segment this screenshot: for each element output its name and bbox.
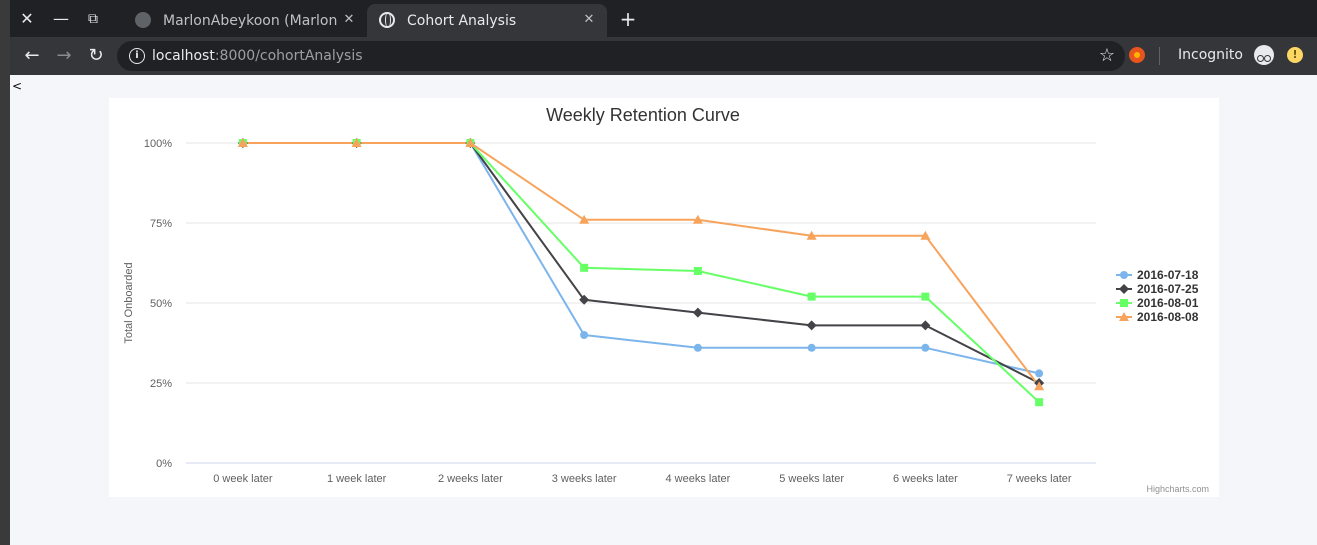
incognito-icon[interactable]	[1254, 45, 1274, 65]
series-line-2016-08-01	[242, 142, 1040, 403]
y-tick-label: 25%	[150, 378, 172, 390]
data-point	[693, 343, 702, 352]
url-path: :8000/cohortAnalysis	[214, 48, 363, 64]
x-tick-label: 2 weeks later	[438, 473, 503, 485]
data-point	[921, 343, 930, 352]
window-minimize-button[interactable]: —	[50, 8, 72, 30]
tab-title: MarlonAbeykoon (Marlon	[163, 13, 338, 29]
data-point	[1119, 284, 1129, 294]
tab-close-icon[interactable]: ✕	[339, 10, 359, 30]
x-tick-label: 1 week later	[327, 473, 387, 485]
x-tick-label: 5 weeks later	[779, 473, 844, 485]
retention-chart: Weekly Retention Curve 0% 25% 50% 75% 100% Tot…	[109, 98, 1219, 497]
legend-item-label: 2016-08-01	[1137, 296, 1199, 310]
url-host: localhost	[152, 48, 215, 64]
data-point	[1120, 299, 1128, 307]
data-point	[693, 267, 702, 275]
x-tick-label: 0 week later	[213, 473, 273, 485]
x-tick-label: 7 weeks later	[1007, 473, 1072, 485]
legend-item-label: 2016-08-08	[1137, 310, 1199, 324]
series-line-2016-08-08	[242, 142, 1040, 387]
reload-button[interactable]: ↻	[84, 44, 108, 68]
chart-credits: Highcharts.com	[1146, 484, 1209, 494]
stray-text: <	[12, 79, 23, 93]
bookmark-star-icon[interactable]: ☆	[1099, 45, 1115, 67]
info-icon[interactable]: i	[129, 48, 145, 64]
toolbar-divider	[1159, 47, 1160, 65]
back-button[interactable]: ←	[20, 44, 44, 68]
data-point	[1120, 271, 1128, 279]
chart-svg: Weekly Retention Curve 0% 25% 50% 75% 100% Tot…	[123, 105, 1209, 494]
new-tab-button[interactable]: +	[616, 8, 640, 32]
y-tick-label: 50%	[150, 298, 172, 310]
window-edge	[0, 0, 10, 545]
series-line-2016-07-18	[242, 142, 1040, 375]
y-tick-label: 100%	[144, 138, 172, 150]
data-point	[580, 331, 589, 339]
chart-title: Weekly Retention Curve	[546, 105, 740, 125]
browser-toolbar: ← → ↻ i localhost:8000/cohortAnalysis ☆ …	[10, 37, 1317, 75]
data-point	[1035, 369, 1044, 378]
page-content: < Weekly Retention Curve 0% 25% 50% 75% 100% T…	[10, 75, 1317, 545]
x-tick-label: 6 weeks later	[893, 473, 958, 485]
window-restore-button[interactable]: ⧉	[82, 8, 104, 30]
menu-update-icon[interactable]: !	[1287, 47, 1303, 63]
x-tick-label: 4 weeks later	[665, 473, 730, 485]
data-point	[1035, 398, 1044, 407]
x-tick-label: 3 weeks later	[552, 473, 617, 485]
tab-close-icon[interactable]: ✕	[579, 10, 599, 30]
data-point	[807, 292, 816, 301]
tab-title: Cohort Analysis	[407, 13, 517, 29]
window-close-button[interactable]: ✕	[16, 8, 38, 30]
legend-item-label: 2016-07-18	[1137, 268, 1199, 282]
y-tick-label: 75%	[150, 218, 172, 230]
data-point	[806, 320, 817, 331]
data-point	[807, 343, 816, 352]
forward-button[interactable]: →	[52, 44, 76, 68]
data-point	[921, 292, 930, 301]
y-tick-label: 0%	[156, 458, 172, 470]
tab-bar: ✕ — ⧉ MarlonAbeykoon (Marlon ✕ Cohort An…	[10, 0, 1317, 37]
url-text[interactable]: localhost:8000/cohortAnalysis	[152, 47, 363, 65]
y-axis-title: Total Onboarded	[123, 262, 135, 343]
globe-icon	[379, 12, 395, 28]
data-point	[580, 263, 589, 272]
incognito-label[interactable]: Incognito	[1178, 46, 1243, 64]
legend-item-label: 2016-07-25	[1137, 282, 1199, 296]
extension-icon[interactable]	[1129, 47, 1145, 63]
tab-github[interactable]: MarlonAbeykoon (Marlon ✕	[123, 4, 367, 37]
tab-cohort-analysis[interactable]: Cohort Analysis ✕	[367, 4, 607, 37]
github-icon	[135, 12, 151, 28]
data-point	[920, 320, 931, 331]
data-point	[692, 307, 703, 318]
address-bar[interactable]: i localhost:8000/cohortAnalysis ☆	[117, 41, 1125, 71]
